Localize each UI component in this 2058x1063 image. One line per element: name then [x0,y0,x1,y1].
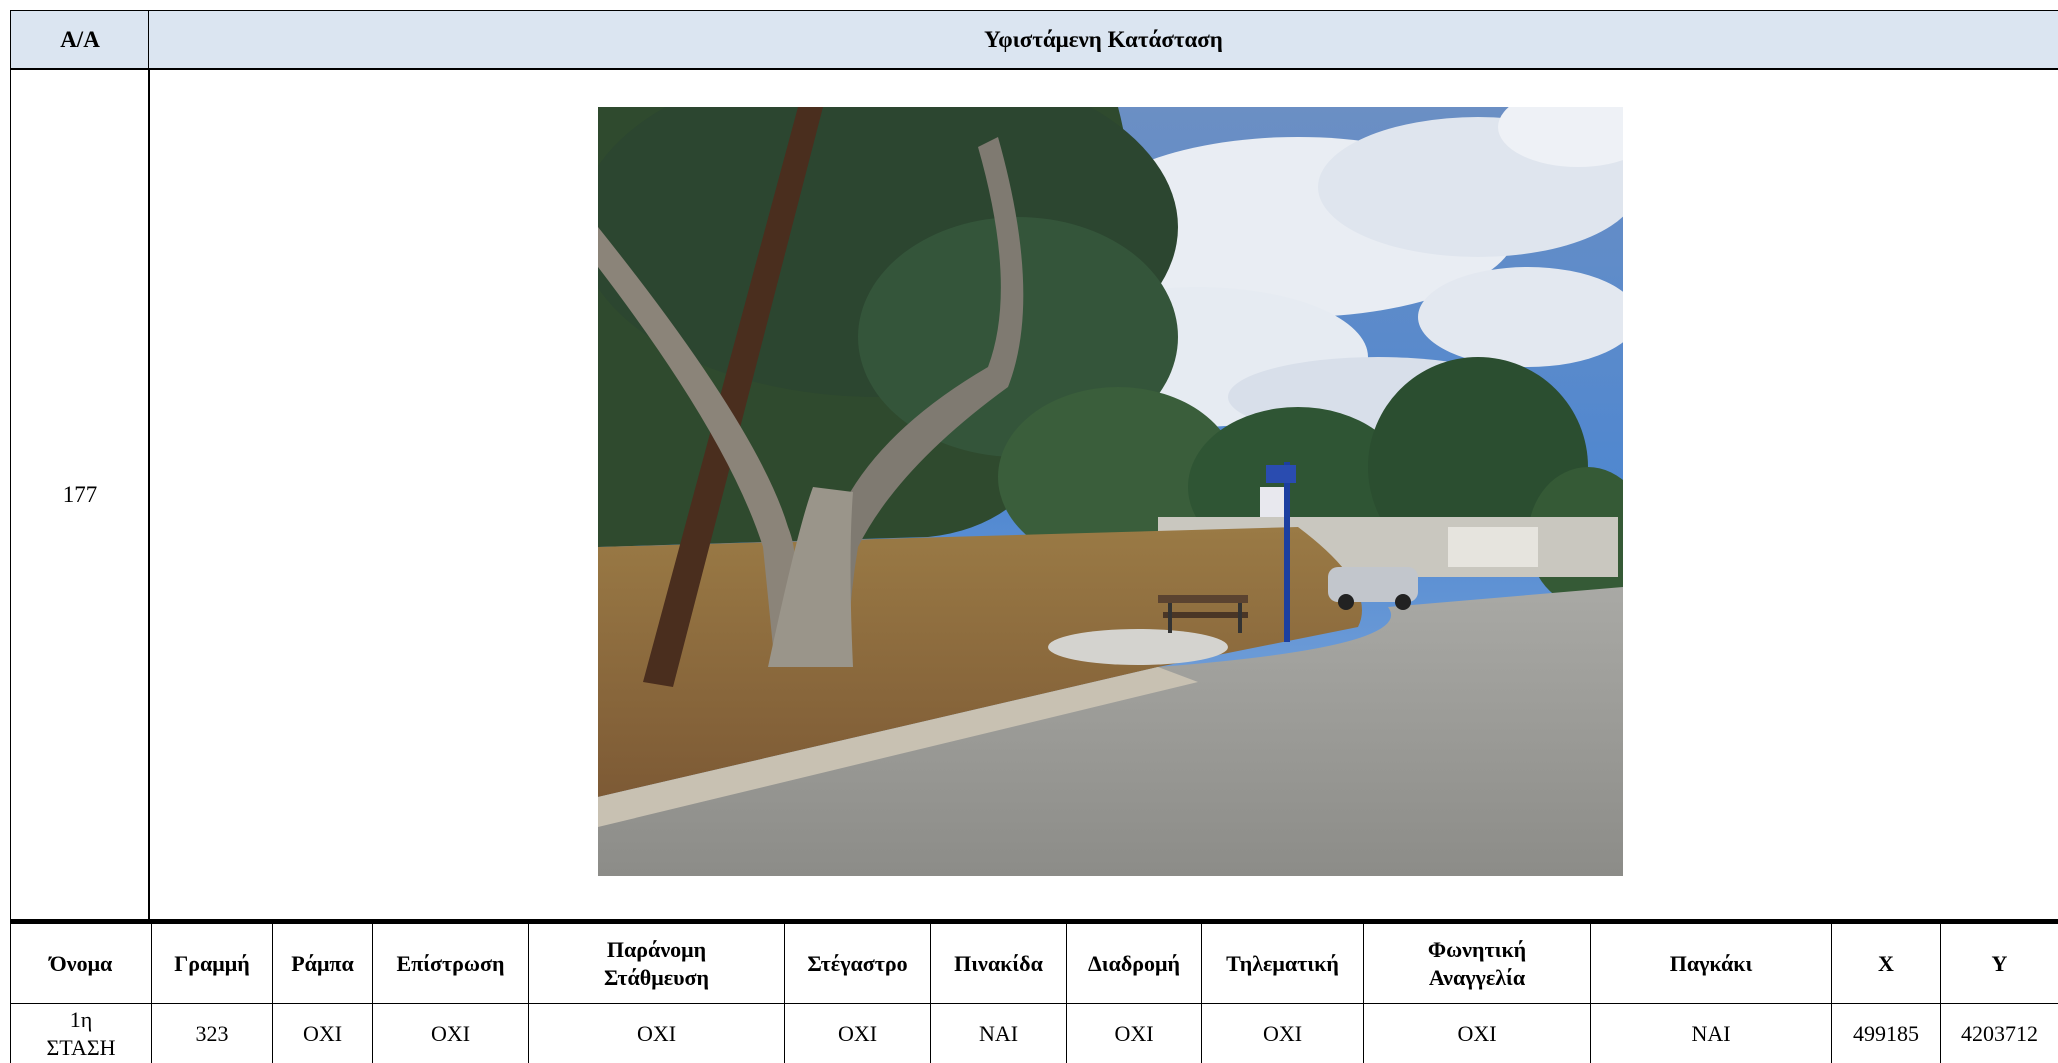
col-header-label: Επίστρωση [396,950,505,976]
cell-x: 499185 [1832,1004,1941,1063]
col-header-label: Παράνομη Στάθμευση [604,937,709,990]
col-header-label: X [1878,950,1894,976]
status-header-label: Υφιστάμενη Κατάσταση [984,27,1223,52]
cell-value: 323 [195,1020,229,1046]
details-table: Όνομα Γραμμή Ράμπα Επίστρωση Παράνομη Στ… [10,919,2058,1063]
cell-value: ΟΧΙ [302,1020,343,1046]
col-header-label: Γραμμή [174,950,250,976]
col-header-label: Y [1991,950,2008,976]
col-header-name: Όνομα [10,924,152,1004]
record-id: 177 [62,482,98,507]
col-header-bench: Παγκάκι [1591,924,1832,1004]
col-header-line: Γραμμή [152,924,273,1004]
aa-header-label: Α/Α [60,27,100,52]
col-header-label: Τηλεματική [1226,950,1339,976]
col-header-voice-announcement: Φωνητική Αναγγελία [1364,924,1591,1004]
cell-illegal-parking: ΟΧΙ [529,1004,785,1063]
cell-value: 4203712 [1961,1020,2038,1046]
col-header-paving: Επίστρωση [373,924,529,1004]
cell-paving: ΟΧΙ [373,1004,529,1063]
col-header-x: X [1832,924,1941,1004]
cell-shelter: ΟΧΙ [785,1004,931,1063]
cell-value: 1η ΣΤΑΣΗ [46,1007,116,1060]
document-page: Α/Α Υφιστάμενη Κατάσταση 177 Όνομα Γραμμ… [0,0,2058,1063]
cell-value: ΟΧΙ [1262,1020,1303,1046]
cell-value: ΟΧΙ [430,1020,471,1046]
cell-value: ΝΑΙ [1691,1020,1731,1046]
col-header-sign: Πινακίδα [931,924,1067,1004]
cell-value: ΝΑΙ [978,1020,1019,1046]
cell-value: ΟΧΙ [636,1020,677,1046]
cell-sign: ΝΑΙ [931,1004,1067,1063]
status-header: Υφιστάμενη Κατάσταση [148,10,2058,70]
col-header-label: Στέγαστρο [807,950,908,976]
col-header-shelter: Στέγαστρο [785,924,931,1004]
aa-header: Α/Α [10,10,150,70]
col-header-label: Ράμπα [291,950,354,976]
col-header-label: Παγκάκι [1669,950,1753,976]
col-header-telematics: Τηλεματική [1202,924,1364,1004]
col-header-illegal-parking: Παράνομη Στάθμευση [529,924,785,1004]
cell-value: ΟΧΙ [1457,1020,1497,1046]
col-header-route: Διαδρομή [1067,924,1202,1004]
record-id-cell: 177 [10,68,150,922]
cell-route: ΟΧΙ [1067,1004,1202,1063]
col-header-y: Y [1941,924,2058,1004]
cell-name: 1η ΣΤΑΣΗ [10,1004,152,1063]
cell-line: 323 [152,1004,273,1063]
col-header-ramp: Ράμπα [273,924,373,1004]
col-header-label: Φωνητική Αναγγελία [1427,937,1527,990]
cell-telematics: ΟΧΙ [1202,1004,1364,1063]
cell-y: 4203712 [1941,1004,2058,1063]
cell-bench: ΝΑΙ [1591,1004,1832,1063]
cell-value: 499185 [1853,1020,1919,1046]
col-header-label: Διαδρομή [1087,950,1181,976]
cell-value: ΟΧΙ [837,1020,878,1046]
cell-value: ΟΧΙ [1114,1020,1154,1046]
col-header-label: Πινακίδα [954,950,1043,976]
bus-stop-photo [598,107,1623,876]
col-header-label: Όνομα [49,950,113,976]
cell-voice-announcement: ΟΧΙ [1364,1004,1591,1063]
cell-ramp: ΟΧΙ [273,1004,373,1063]
